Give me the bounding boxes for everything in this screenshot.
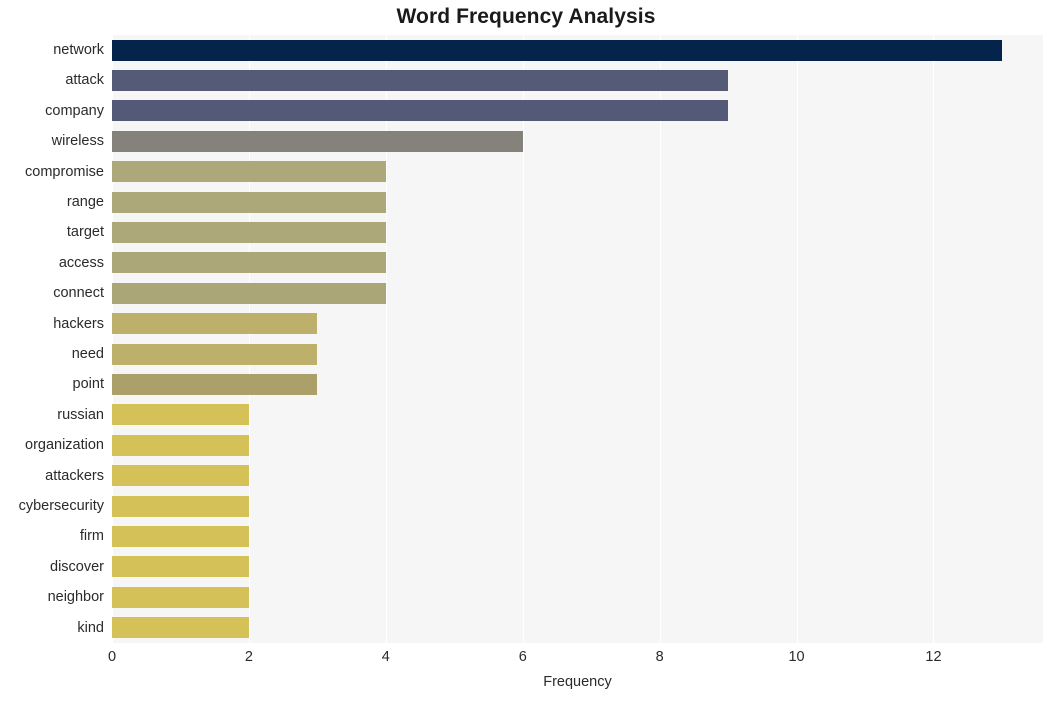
bar[interactable] (112, 161, 386, 183)
x-tick-label: 6 (518, 649, 527, 665)
bar-row[interactable] (112, 309, 1043, 339)
x-tick-label: 4 (381, 649, 390, 665)
y-tick-label: attackers (45, 467, 104, 484)
bar-row[interactable] (112, 430, 1043, 460)
bar[interactable] (112, 39, 1002, 61)
y-tick-label: cybersecurity (18, 498, 104, 514)
y-tick-label: compromise (25, 163, 104, 180)
x-tick-label: 12 (925, 649, 942, 665)
x-tick-label: 2 (244, 649, 253, 665)
x-axis-title: Frequency (543, 674, 612, 690)
bar[interactable] (112, 495, 249, 517)
y-tick-label: access (58, 254, 104, 271)
y-tick-label: point (72, 376, 104, 393)
bar-row[interactable] (112, 65, 1043, 95)
bar[interactable] (112, 343, 318, 365)
bar-row[interactable] (112, 400, 1043, 430)
x-tick-label: 8 (655, 649, 664, 665)
bar-row[interactable] (112, 96, 1043, 126)
bar[interactable] (112, 100, 729, 122)
bar-row[interactable] (112, 491, 1043, 521)
bar-row[interactable] (112, 521, 1043, 551)
bar-row[interactable] (112, 613, 1043, 643)
y-tick-label: attack (65, 72, 104, 89)
y-tick-label: russian (57, 406, 104, 423)
bar[interactable] (112, 617, 249, 639)
bar[interactable] (112, 404, 249, 426)
bar[interactable] (112, 313, 318, 335)
y-tick-label: range (66, 194, 104, 210)
bar[interactable] (112, 556, 249, 578)
y-tick-label: hackers (53, 315, 104, 332)
y-axis: network attack company wireless compromise ra… (0, 35, 104, 643)
y-tick-label: organization (25, 437, 104, 454)
bar-row[interactable] (112, 35, 1043, 65)
y-tick-label: target (66, 224, 104, 241)
bar-row[interactable] (112, 126, 1043, 156)
bar[interactable] (112, 191, 386, 213)
bar[interactable] (112, 222, 386, 244)
chart-title: Word Frequency Analysis (396, 5, 656, 28)
y-tick-label: wireless (51, 133, 104, 150)
bar-row[interactable] (112, 582, 1043, 612)
bar-row[interactable] (112, 248, 1043, 278)
plot-area (112, 35, 1043, 643)
y-tick-label: network (53, 42, 104, 58)
y-tick-label: firm (79, 528, 104, 545)
x-tick-label: 0 (107, 649, 117, 665)
bar-row[interactable] (112, 157, 1043, 187)
bar-row[interactable] (112, 461, 1043, 491)
bar[interactable] (112, 526, 249, 548)
y-tick-label: company (45, 102, 104, 119)
x-tick-label: 10 (788, 649, 805, 665)
bar-row[interactable] (112, 339, 1043, 369)
y-tick-label: kind (77, 619, 104, 636)
bar-row[interactable] (112, 369, 1043, 399)
y-tick-label: discover (50, 558, 104, 575)
chart-figure: Word Frequency Analysis network attack com… (0, 0, 1052, 701)
y-tick-label: neighbor (47, 589, 104, 606)
x-axis: 0 2 4 6 8 10 12 (108, 643, 1043, 673)
bar[interactable] (112, 252, 386, 274)
bar-row[interactable] (112, 278, 1043, 308)
bar-row[interactable] (112, 217, 1043, 247)
y-tick-label: connect (53, 285, 104, 302)
bar[interactable] (112, 586, 249, 608)
bar-row[interactable] (112, 552, 1043, 582)
bar[interactable] (112, 70, 729, 92)
bar[interactable] (112, 465, 249, 487)
bar[interactable] (112, 374, 318, 396)
bar-row[interactable] (112, 187, 1043, 217)
bars-layer (112, 35, 1043, 643)
bar[interactable] (112, 130, 523, 152)
bar[interactable] (112, 282, 386, 304)
y-tick-label: need (71, 346, 104, 362)
bar[interactable] (112, 434, 249, 456)
